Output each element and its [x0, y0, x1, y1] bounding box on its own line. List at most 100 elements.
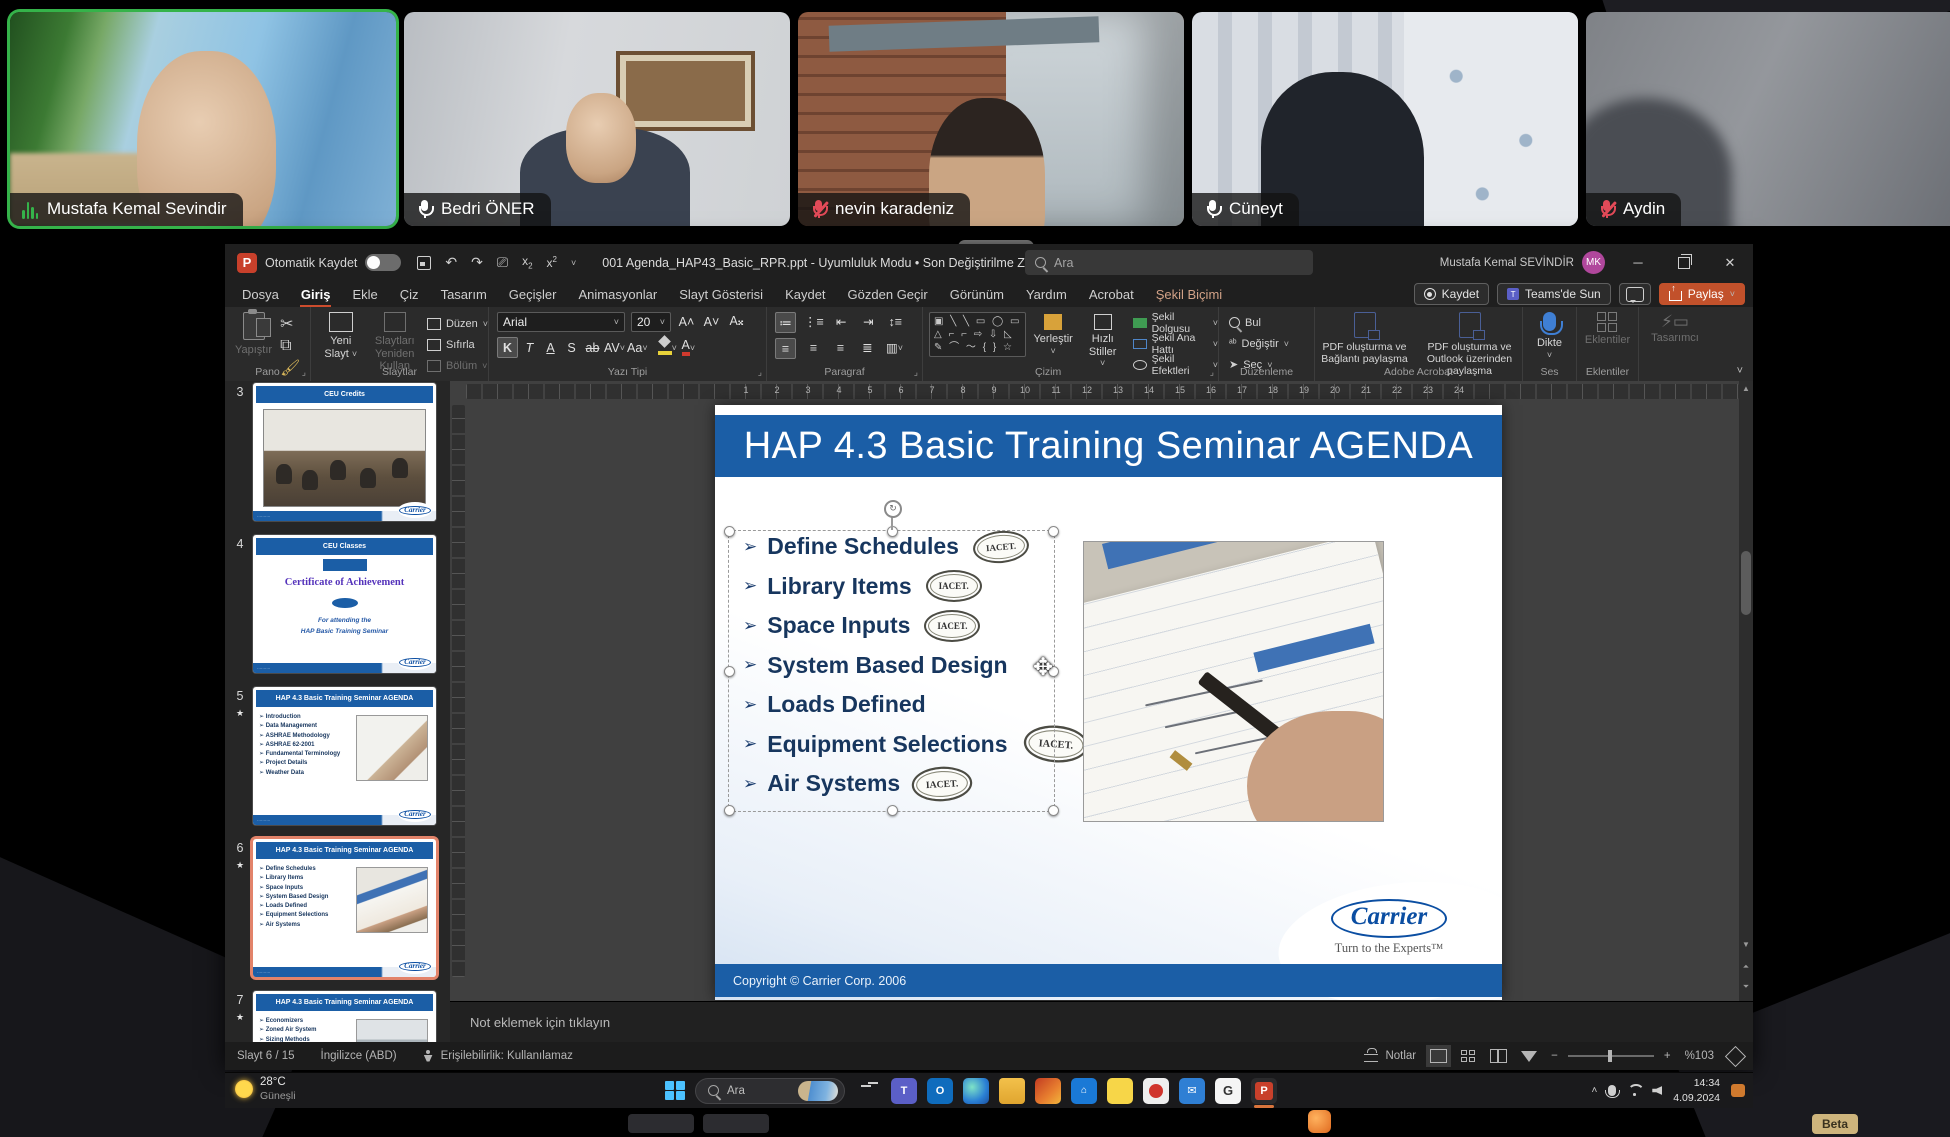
line-spacing-button[interactable]: ↕≡ [886, 312, 905, 331]
slide-bullet[interactable]: ➢Define SchedulesIACET. [743, 527, 1073, 567]
reset-button[interactable]: Sıfırla [427, 336, 488, 353]
quick-styles-button[interactable]: Hızlı Stiller˅ [1080, 312, 1126, 369]
zoom-in-icon[interactable]: + [1664, 1050, 1671, 1062]
dictate-button[interactable]: Dikte ˅ [1523, 312, 1576, 360]
layout-button[interactable]: Düzen˅ [427, 315, 488, 332]
character-spacing-button[interactable]: AV˅ [604, 338, 625, 357]
change-case-button[interactable]: Aa˅ [627, 338, 648, 357]
slide-thumbnail-panel[interactable]: 3CEU Credits··········Carrier4CEU Classe… [225, 381, 450, 1042]
restore-button[interactable] [1661, 244, 1707, 281]
slide-editing-area[interactable]: HAP 4.3 Basic Training Seminar AGENDA ➢D… [715, 405, 1502, 1000]
participant-tile[interactable]: Aydin [1586, 12, 1950, 226]
new-slide-button[interactable]: Yeni Slayt ˅ [319, 312, 363, 374]
shape-outline-button[interactable]: Şekil Ana Hattı˅ [1133, 335, 1218, 352]
text-shadow-button[interactable]: S [562, 338, 581, 357]
slide-thumbnail-3[interactable]: CEU Credits··········Carrier [253, 383, 436, 521]
align-center-button[interactable]: ≡ [804, 338, 823, 357]
scroll-down-icon[interactable]: ▼ [1739, 937, 1753, 952]
ribbon-tab-tasarım[interactable]: Tasarım [430, 281, 498, 307]
underline-button[interactable]: A [541, 338, 560, 357]
save-icon[interactable] [417, 256, 431, 270]
collapse-ribbon-icon[interactable]: ˅ [1737, 365, 1743, 377]
next-slide-icon[interactable]: ⏷ [1739, 979, 1753, 994]
designer-button[interactable]: ⚡▭ Tasarımcı [1639, 312, 1711, 344]
ribbon-tab-kaydet[interactable]: Kaydet [774, 281, 836, 307]
start-button[interactable] [665, 1081, 685, 1101]
autosave-toggle[interactable] [365, 254, 401, 271]
numbering-button[interactable]: ⋮≡ [804, 312, 824, 331]
notification-icon[interactable] [1731, 1084, 1745, 1097]
avatar[interactable]: MK [1582, 251, 1605, 274]
font-dialog-launcher[interactable]: ⌟ [758, 367, 762, 378]
slide-bullet[interactable]: ➢System Based Design [743, 646, 1073, 686]
participant-tile[interactable]: Mustafa Kemal Sevindir [10, 12, 396, 226]
outlook-icon[interactable]: O [927, 1078, 953, 1104]
notes-toggle[interactable]: Notlar [1364, 1050, 1416, 1062]
slideshow-button[interactable] [1521, 1051, 1537, 1062]
italic-button[interactable]: T [520, 338, 539, 357]
ribbon-tab-gözden-geçir[interactable]: Gözden Geçir [837, 281, 939, 307]
tray-expand-icon[interactable]: ˄ [1591, 1085, 1597, 1096]
language-indicator[interactable]: İngilizce (ABD) [321, 1050, 397, 1062]
slide-bullet[interactable]: ➢Air SystemsIACET. [743, 764, 1073, 804]
bold-button[interactable]: K [497, 337, 518, 358]
powerpoint-app-icon[interactable]: P [237, 253, 257, 273]
grow-font-button[interactable]: A˄ [677, 312, 696, 331]
subscript-icon[interactable]: x2 [522, 254, 532, 270]
sticky-notes-icon[interactable] [1107, 1078, 1133, 1104]
slide-sorter-view-button[interactable] [1461, 1050, 1476, 1062]
clear-formatting-button[interactable]: A𝄪 [727, 312, 746, 331]
task-view-icon[interactable] [855, 1078, 881, 1104]
microsoft-store-icon[interactable]: ⌂ [1071, 1078, 1097, 1104]
zoom-out-icon[interactable]: − [1551, 1050, 1558, 1062]
slide-thumbnail-6[interactable]: HAP 4.3 Basic Training Seminar AGENDADef… [253, 839, 436, 977]
drawing-dialog-launcher[interactable]: ⌟ [1210, 367, 1214, 378]
ribbon-tab-giriş[interactable]: Giriş [290, 281, 342, 307]
g-app-icon[interactable]: G [1215, 1078, 1241, 1104]
ribbon-tab-yardım[interactable]: Yardım [1015, 281, 1078, 307]
vertical-scrollbar[interactable]: ▲ ▼ ⏶ ⏷ [1739, 381, 1753, 1001]
edge-browser-icon[interactable] [963, 1078, 989, 1104]
slide-thumbnail-4[interactable]: CEU ClassesCertificate of AchievementFor… [253, 535, 436, 673]
scrollbar-thumb[interactable] [1741, 551, 1751, 615]
vertical-ruler[interactable] [452, 405, 465, 977]
mail-icon[interactable]: ✉ [1179, 1078, 1205, 1104]
present-in-teams-button[interactable]: TTeams'de Sun [1497, 283, 1611, 305]
powerpoint-taskbar-icon[interactable]: P [1251, 1078, 1277, 1104]
ribbon-tab-çiz[interactable]: Çiz [389, 281, 430, 307]
cut-icon[interactable]: ✂ [280, 314, 300, 334]
font-color-button[interactable]: A˅ [679, 338, 698, 357]
ribbon-tab-ekle[interactable]: Ekle [341, 281, 388, 307]
record-button[interactable]: Kaydet [1414, 283, 1489, 305]
minimize-button[interactable]: ─ [1615, 244, 1661, 281]
align-left-button[interactable]: ≡ [775, 338, 796, 359]
speaker-icon[interactable] [1652, 1086, 1662, 1095]
slide-bullet[interactable]: ➢Space InputsIACET. [743, 606, 1073, 646]
share-button[interactable]: Paylaş˅ [1659, 283, 1745, 305]
account-area[interactable]: Mustafa Kemal SEVİNDİR MK [1440, 244, 1605, 281]
font-name-combo[interactable]: Arial˅ [497, 312, 625, 332]
shape-fill-button[interactable]: Şekil Dolgusu˅ [1133, 314, 1218, 331]
comments-button[interactable] [1619, 283, 1651, 305]
ribbon-tab-görünüm[interactable]: Görünüm [939, 281, 1015, 307]
notes-pane[interactable]: Not eklemek için tıklayın [450, 1001, 1753, 1042]
clipboard-dialog-launcher[interactable]: ⌟ [302, 367, 306, 378]
zoom-slider-thumb[interactable] [1608, 1050, 1612, 1062]
decrease-indent-button[interactable]: ⇤ [832, 312, 851, 331]
reading-view-button[interactable] [1490, 1049, 1507, 1063]
paragraph-dialog-launcher[interactable]: ⌟ [914, 367, 918, 378]
slide-bullet[interactable]: ➢Library ItemsIACET. [743, 567, 1073, 607]
teams-icon[interactable]: T [891, 1078, 917, 1104]
ribbon-tab-dosya[interactable]: Dosya [231, 281, 290, 307]
participant-tile[interactable]: nevin karadeniz [798, 12, 1184, 226]
justify-button[interactable]: ≣ [858, 338, 877, 357]
addins-button[interactable]: Eklentiler [1577, 312, 1638, 347]
reuse-slides-button[interactable]: Slaytları Yeniden Kullan [373, 312, 417, 374]
taskbar-weather-widget[interactable]: 28°C Güneşli [235, 1076, 296, 1102]
shrink-font-button[interactable]: A˅ [702, 312, 721, 331]
accessibility-status[interactable]: Erişilebilirlik: Kullanılamaz [423, 1050, 573, 1063]
ribbon-tab-animasyonlar[interactable]: Animasyonlar [567, 281, 668, 307]
align-right-button[interactable]: ≡ [831, 338, 850, 357]
slide-bullet-list[interactable]: ➢Define SchedulesIACET.➢Library ItemsIAC… [743, 527, 1073, 804]
previous-slide-icon[interactable]: ⏶ [1739, 959, 1753, 974]
